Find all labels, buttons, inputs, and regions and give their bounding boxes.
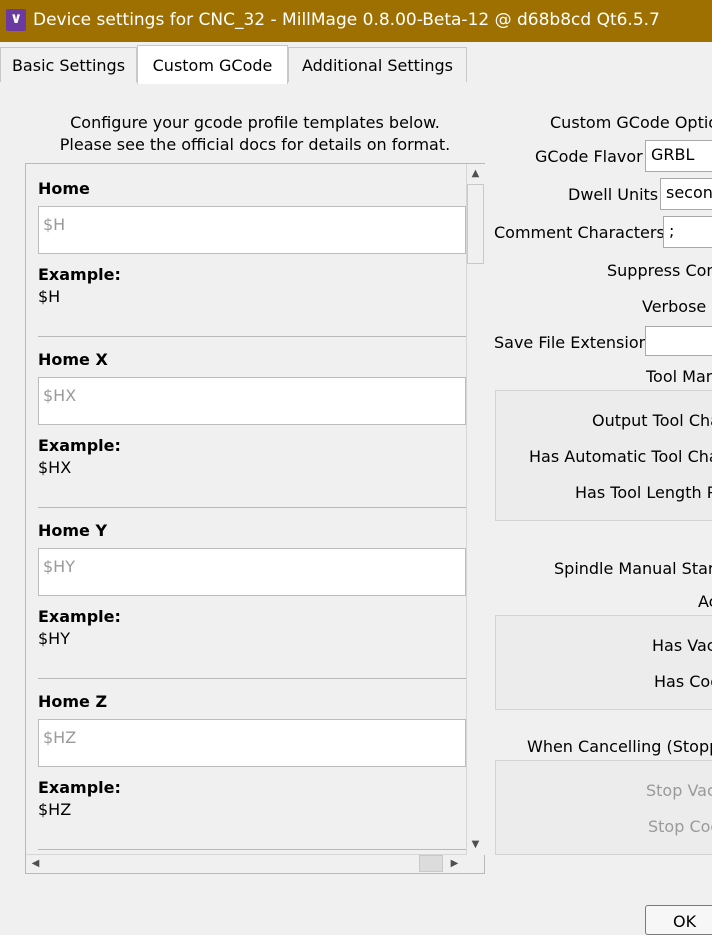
triangle-up-icon[interactable]: ▲ xyxy=(466,164,485,183)
template-label-home: Home xyxy=(38,179,90,198)
save-file-extension-label: Save File Extension xyxy=(494,333,649,352)
has-vacuum-label: Has Vac xyxy=(652,636,712,655)
example-value: $HX xyxy=(38,458,72,477)
tool-management-label: Tool Man xyxy=(646,367,712,386)
save-file-extension-input[interactable] xyxy=(645,326,712,356)
separator xyxy=(38,336,466,337)
suppress-comments-label: Suppress Com xyxy=(607,261,712,280)
home-z-template-input[interactable]: $HZ xyxy=(38,719,466,767)
dwell-units-select[interactable]: seconc xyxy=(660,178,712,210)
template-label-home-y: Home Y xyxy=(38,521,108,540)
app-icon: ∨ xyxy=(6,9,26,31)
triangle-right-icon[interactable]: ▶ xyxy=(445,854,464,873)
example-value: $HZ xyxy=(38,800,72,819)
example-label: Example: xyxy=(38,265,121,284)
tab-custom-gcode[interactable]: Custom GCode xyxy=(137,45,288,84)
accessories-group xyxy=(495,615,712,710)
dwell-units-label: Dwell Units xyxy=(568,185,659,204)
stop-vacuum-label: Stop Vac xyxy=(646,781,712,800)
separator xyxy=(38,849,466,850)
tab-basic-settings[interactable]: Basic Settings xyxy=(0,47,137,82)
output-tool-change-label: Output Tool Cha xyxy=(592,411,712,430)
template-label-home-z: Home Z xyxy=(38,692,108,711)
has-coolant-label: Has Coo xyxy=(654,672,712,691)
example-label: Example: xyxy=(38,778,121,797)
example-label: Example: xyxy=(38,436,121,455)
template-label-home-x: Home X xyxy=(38,350,108,369)
tab-additional-settings[interactable]: Additional Settings xyxy=(288,47,467,82)
example-label: Example: xyxy=(38,607,121,626)
separator xyxy=(38,507,466,508)
when-cancelling-label: When Cancelling (Stoppi xyxy=(527,737,712,756)
vertical-scroll-thumb[interactable] xyxy=(467,184,484,264)
intro-line-2: Please see the official docs for details… xyxy=(59,135,451,154)
triangle-left-icon[interactable]: ◀ xyxy=(26,854,45,873)
example-value: $H xyxy=(38,287,61,306)
vertical-scrollbar[interactable] xyxy=(466,164,485,855)
has-automatic-tool-change-label: Has Automatic Tool Cha xyxy=(529,447,712,466)
gcode-flavor-label: GCode Flavor xyxy=(535,147,643,166)
accessories-label: Ac xyxy=(698,592,712,611)
intro-line-1: Configure your gcode profile templates b… xyxy=(70,113,440,132)
horizontal-scroll-thumb[interactable] xyxy=(419,855,443,872)
triangle-down-icon[interactable]: ▼ xyxy=(466,835,485,854)
ok-button[interactable]: OK xyxy=(645,905,712,935)
home-y-template-input[interactable]: $HY xyxy=(38,548,466,596)
horizontal-scrollbar[interactable] xyxy=(26,854,466,873)
comment-characters-input[interactable]: ; xyxy=(663,216,712,248)
home-x-template-input[interactable]: $HX xyxy=(38,377,466,425)
has-tool-length-probe-label: Has Tool Length P xyxy=(575,483,712,502)
stop-coolant-label: Stop Coo xyxy=(648,817,712,836)
verbose-gcode-label: Verbose G xyxy=(642,297,712,316)
example-value: $HY xyxy=(38,629,70,648)
gcode-flavor-select[interactable]: GRBL xyxy=(645,140,712,172)
window-title: Device settings for CNC_32 - MillMage 0.… xyxy=(33,10,660,30)
cancel-actions-group xyxy=(495,760,712,855)
title-bar: ∨ Device settings for CNC_32 - MillMage … xyxy=(0,0,712,42)
spindle-manual-start-label: Spindle Manual Start xyxy=(554,559,712,578)
home-template-input[interactable]: $H xyxy=(38,206,466,254)
comment-characters-label: Comment Characters xyxy=(494,223,665,242)
options-heading: Custom GCode Optio xyxy=(550,113,712,132)
separator xyxy=(38,678,466,679)
